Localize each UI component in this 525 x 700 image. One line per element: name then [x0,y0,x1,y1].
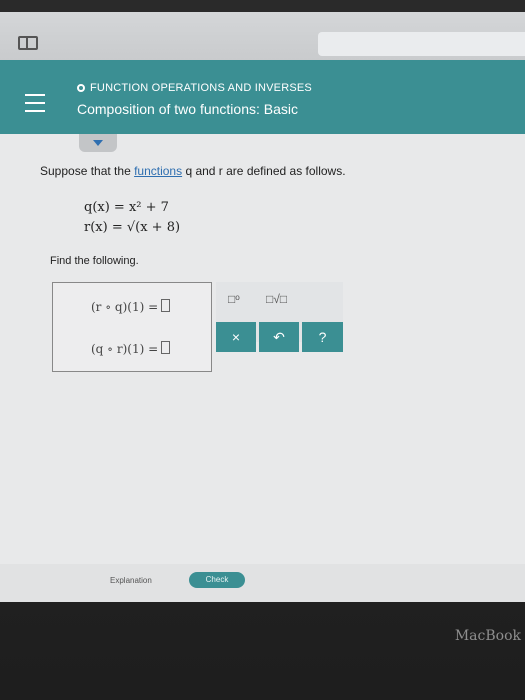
clear-button[interactable]: × [216,322,256,352]
answer-row-rq: (r ∘ q)(1) = [91,299,171,314]
q-definition: q(x) = x² + 7 [84,200,169,215]
answer-row-qr: (q ∘ r)(1) = [91,341,171,356]
functions-link[interactable]: functions [134,164,182,178]
instruction: Find the following. [50,255,139,267]
lesson-header: FUNCTION OPERATIONS AND INVERSES Composi… [0,60,525,134]
expand-dropdown-icon[interactable] [79,134,117,152]
square-root-button[interactable]: □√□ [266,292,287,306]
browser-toolbar [0,12,525,60]
help-button[interactable]: ? [302,322,343,352]
lesson-title: Composition of two functions: Basic [77,101,298,117]
macbook-label: MacBook [454,628,521,644]
problem-prompt: Suppose that the functions q and r are d… [40,164,346,178]
check-button[interactable]: Check [189,572,245,588]
menu-icon[interactable] [25,94,45,114]
answer-input-rq[interactable] [161,299,171,312]
explanation-button[interactable]: Explanation [110,576,152,585]
superscript-button[interactable]: □ᵒ [228,292,240,306]
r-definition: r(x) = √(x + 8) [84,220,181,235]
footer-bar: Explanation Check [0,564,525,602]
progress-circle-icon [77,84,85,92]
screen: FUNCTION OPERATIONS AND INVERSES Composi… [0,12,525,602]
sidebar-toggle-icon[interactable] [18,36,38,50]
problem-area: Suppose that the functions q and r are d… [0,134,525,602]
address-bar[interactable] [318,32,525,56]
answer-panel: (r ∘ q)(1) = (q ∘ r)(1) = [52,282,212,372]
answer-input-qr[interactable] [161,341,171,354]
undo-button[interactable]: ↶ [259,322,299,352]
topic-subheading: FUNCTION OPERATIONS AND INVERSES [77,82,312,94]
